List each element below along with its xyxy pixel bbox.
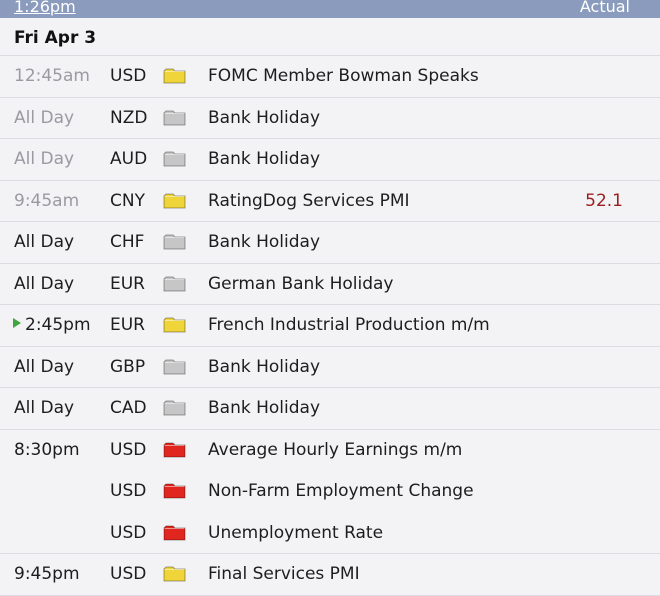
event-row[interactable]: All Day CAD Bank Holiday bbox=[0, 388, 660, 430]
event-currency: AUD bbox=[110, 149, 148, 169]
event-currency: GBP bbox=[110, 356, 146, 377]
impact-folder-icon[interactable] bbox=[163, 525, 186, 541]
current-time-link[interactable]: 1:26pm bbox=[14, 0, 76, 15]
event-row[interactable]: 2:45pm EUR French Industrial Production m/… bbox=[0, 305, 660, 347]
event-row[interactable]: USD Non-Farm Employment Change bbox=[0, 471, 660, 513]
next-event-play-icon bbox=[13, 318, 21, 328]
event-title[interactable]: FOMC Member Bowman Speaks bbox=[208, 66, 479, 86]
impact-folder-icon[interactable] bbox=[163, 483, 186, 499]
event-title[interactable]: Final Services PMI bbox=[208, 564, 360, 584]
event-time: All Day bbox=[14, 149, 75, 169]
calendar-header: 1:26pm Actual bbox=[0, 0, 660, 18]
event-currency: USD bbox=[110, 522, 147, 543]
event-time: All Day bbox=[14, 398, 75, 418]
event-title[interactable]: Bank Holiday bbox=[208, 149, 320, 169]
event-title[interactable]: Average Hourly Earnings m/m bbox=[208, 440, 462, 460]
event-time: 9:45am bbox=[14, 190, 80, 211]
event-title[interactable]: French Industrial Production m/m bbox=[208, 315, 490, 335]
event-title[interactable]: Bank Holiday bbox=[208, 108, 320, 128]
event-row[interactable]: All Day GBP Bank Holiday bbox=[0, 347, 660, 388]
event-time-text: 2:45pm bbox=[25, 315, 91, 335]
event-title[interactable]: RatingDog Services PMI bbox=[208, 191, 410, 211]
event-currency: USD bbox=[110, 564, 147, 584]
event-currency: CNY bbox=[110, 190, 145, 211]
impact-folder-icon[interactable] bbox=[163, 566, 186, 582]
event-currency: CAD bbox=[110, 398, 147, 418]
event-currency: USD bbox=[110, 66, 147, 86]
impact-folder-icon[interactable] bbox=[163, 400, 186, 416]
event-title[interactable]: Bank Holiday bbox=[208, 232, 320, 252]
event-title[interactable]: German Bank Holiday bbox=[208, 274, 393, 294]
event-currency: USD bbox=[110, 481, 147, 501]
event-title[interactable]: Unemployment Rate bbox=[208, 523, 383, 543]
impact-folder-icon[interactable] bbox=[163, 276, 186, 292]
event-currency: CHF bbox=[110, 232, 145, 252]
event-currency: EUR bbox=[110, 273, 145, 294]
event-actual-value: 52.1 bbox=[585, 190, 623, 211]
actual-column-header: Actual bbox=[579, 0, 630, 16]
event-row[interactable]: All Day CHF Bank Holiday bbox=[0, 222, 660, 264]
impact-folder-icon[interactable] bbox=[163, 151, 186, 167]
event-row[interactable]: 8:30pm USD Average Hourly Earnings m/m bbox=[0, 430, 660, 472]
impact-folder-icon[interactable] bbox=[163, 359, 186, 375]
impact-folder-icon[interactable] bbox=[163, 193, 186, 209]
event-time: All Day bbox=[14, 356, 75, 377]
event-currency: USD bbox=[110, 439, 147, 460]
event-row[interactable]: 9:45am CNY RatingDog Services PMI 52.1 bbox=[0, 181, 660, 222]
event-time: 2:45pm bbox=[13, 315, 91, 335]
event-currency: NZD bbox=[110, 107, 148, 128]
event-title[interactable]: Non-Farm Employment Change bbox=[208, 481, 474, 501]
event-row[interactable]: 12:45am USD FOMC Member Bowman Speaks bbox=[0, 56, 660, 98]
event-currency: EUR bbox=[110, 315, 145, 335]
event-row[interactable]: All Day NZD Bank Holiday bbox=[0, 98, 660, 139]
event-row[interactable]: All Day AUD Bank Holiday bbox=[0, 139, 660, 181]
date-label: Fri Apr 3 bbox=[14, 28, 97, 48]
event-time: 12:45am bbox=[14, 66, 90, 86]
calendar-panel: 1:26pm Actual Fri Apr 3 12:45am USD FOMC M… bbox=[0, 0, 660, 596]
impact-folder-icon[interactable] bbox=[163, 110, 186, 126]
event-time: All Day bbox=[14, 273, 75, 294]
event-row[interactable]: All Day EUR German Bank Holiday bbox=[0, 264, 660, 305]
event-title[interactable]: Bank Holiday bbox=[208, 398, 320, 418]
event-row[interactable]: 9:45pm USD Final Services PMI bbox=[0, 554, 660, 596]
event-time: 8:30pm bbox=[14, 439, 80, 460]
event-time: All Day bbox=[14, 107, 75, 128]
impact-folder-icon[interactable] bbox=[163, 234, 186, 250]
event-time: All Day bbox=[14, 232, 75, 252]
event-row[interactable]: USD Unemployment Rate bbox=[0, 513, 660, 554]
impact-folder-icon[interactable] bbox=[163, 68, 186, 84]
event-title[interactable]: Bank Holiday bbox=[208, 357, 320, 377]
impact-folder-icon[interactable] bbox=[163, 317, 186, 333]
event-time: 9:45pm bbox=[14, 564, 80, 584]
impact-folder-icon[interactable] bbox=[163, 442, 186, 458]
date-row: Fri Apr 3 bbox=[0, 18, 660, 56]
